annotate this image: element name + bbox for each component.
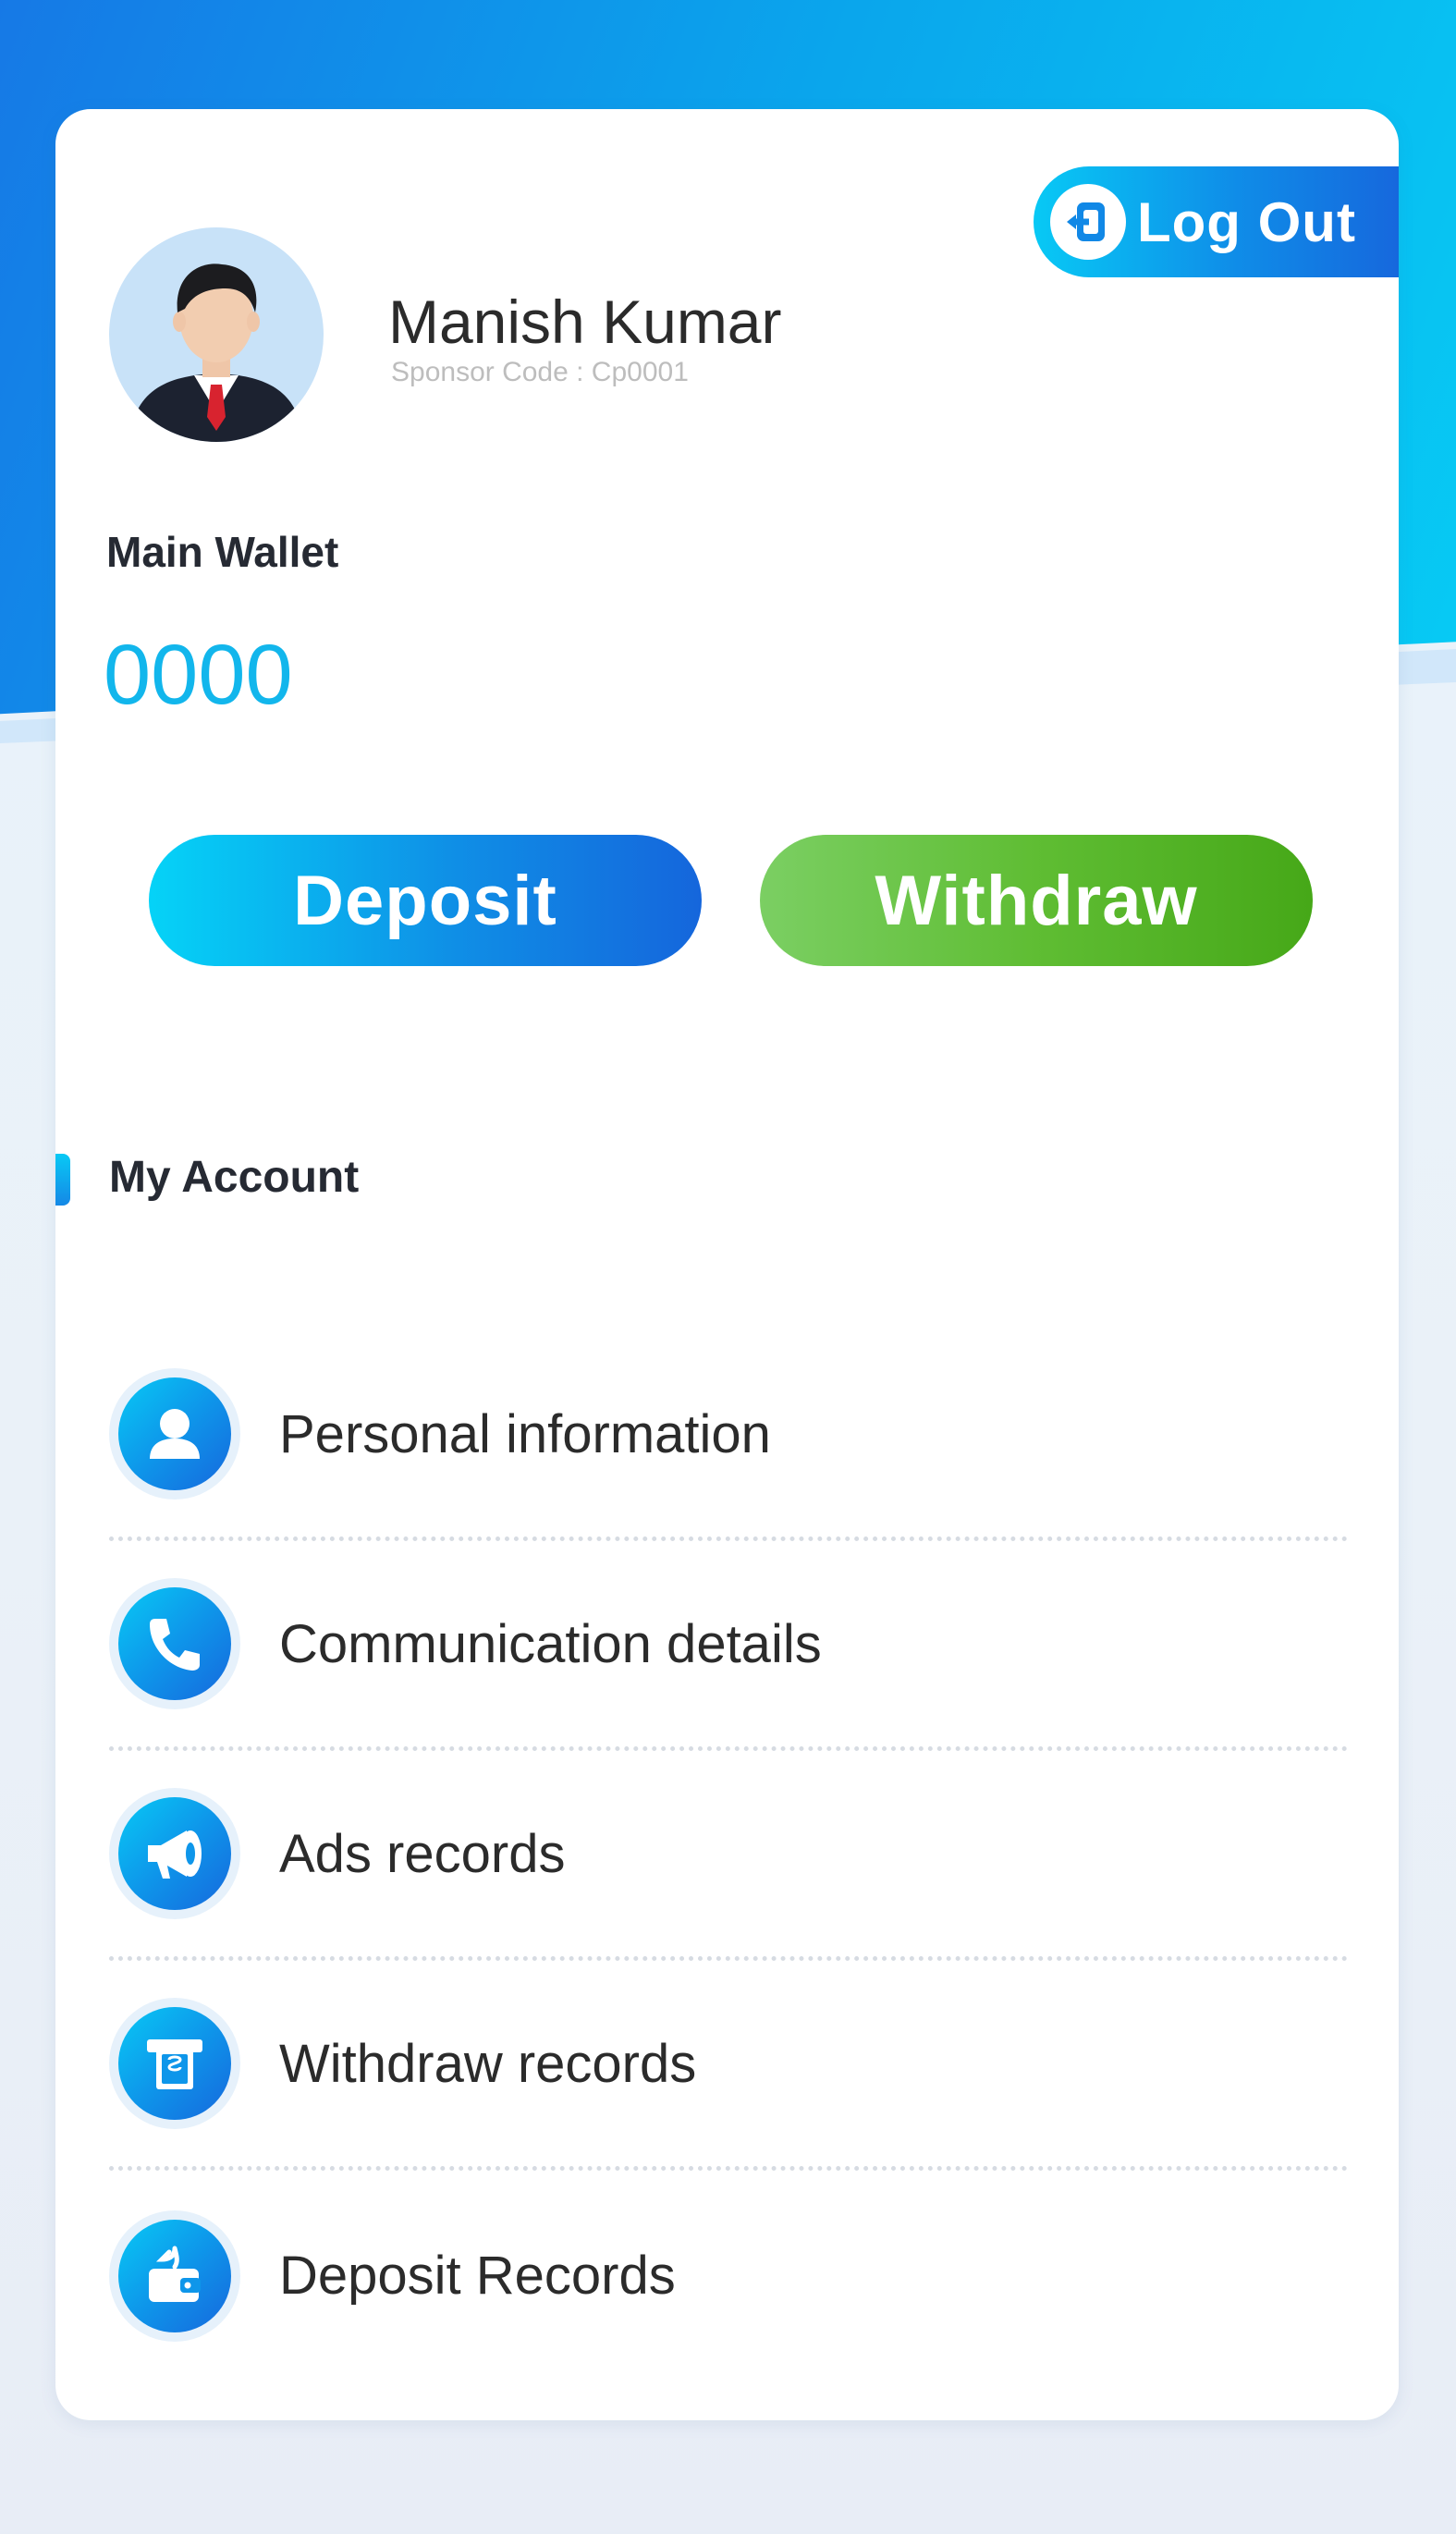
logout-icon (1050, 184, 1126, 260)
menu-label: Communication details (279, 1613, 822, 1674)
menu-icon-ring (109, 2210, 240, 2342)
logout-button[interactable]: Log Out (1034, 166, 1399, 277)
menu-item-ads-records[interactable]: Ads records (109, 1751, 1348, 1961)
user-name: Manish Kumar (388, 288, 782, 356)
atm-withdraw-icon (118, 2007, 231, 2120)
avatar (109, 227, 324, 442)
menu-icon-ring (109, 1998, 240, 2129)
withdraw-button[interactable]: Withdraw (760, 835, 1313, 966)
menu-label: Ads records (279, 1823, 566, 1884)
phone-icon (118, 1587, 231, 1700)
menu-icon-ring (109, 1368, 240, 1500)
account-menu: Personal information Communication detai… (109, 1331, 1348, 2381)
menu-item-deposit-records[interactable]: Deposit Records (109, 2171, 1348, 2381)
profile-card: Log Out Manish Kumar Sponsor Code : Cp00… (55, 109, 1399, 2420)
menu-icon-ring (109, 1788, 240, 1919)
wallet-label: Main Wallet (106, 528, 339, 576)
menu-label: Personal information (279, 1403, 771, 1464)
sponsor-code: Sponsor Code : Cp0001 (391, 357, 689, 387)
menu-item-withdraw-records[interactable]: Withdraw records (109, 1961, 1348, 2171)
deposit-button[interactable]: Deposit (149, 835, 702, 966)
menu-icon-ring (109, 1578, 240, 1709)
menu-label: Withdraw records (279, 2033, 697, 2094)
wallet-balance: 0000 (104, 628, 293, 722)
menu-item-communication-details[interactable]: Communication details (109, 1541, 1348, 1751)
wallet-deposit-icon (118, 2219, 231, 2332)
menu-label: Deposit Records (279, 2246, 676, 2306)
menu-item-personal-information[interactable]: Personal information (109, 1331, 1348, 1541)
user-icon (118, 1377, 231, 1490)
megaphone-icon (118, 1797, 231, 1910)
section-title: My Account (109, 1153, 360, 1202)
section-accent-bar (55, 1154, 70, 1206)
logout-label: Log Out (1137, 190, 1356, 253)
